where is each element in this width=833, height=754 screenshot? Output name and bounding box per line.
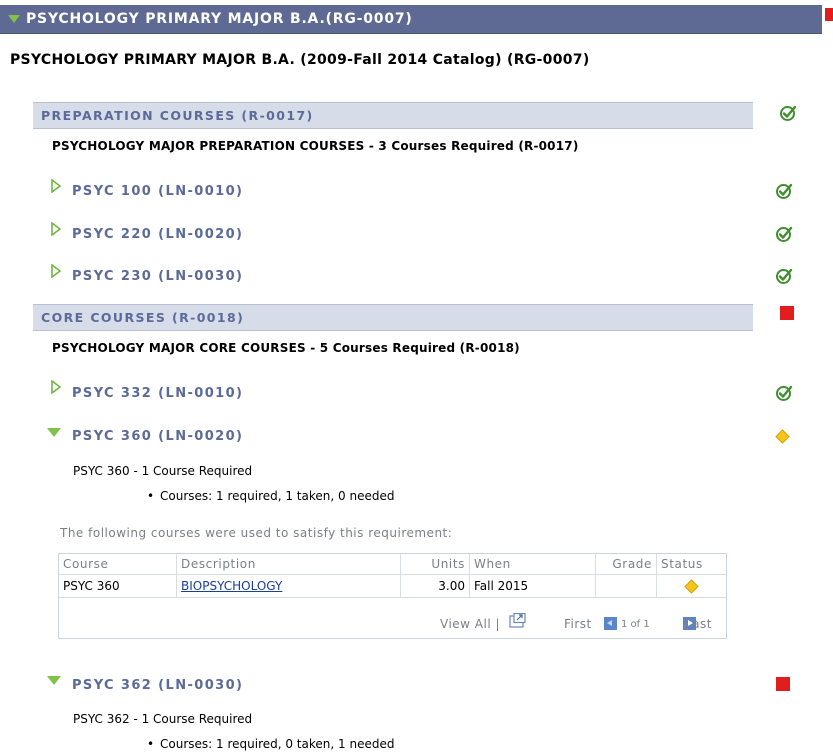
page-title: PSYCHOLOGY PRIMARY MAJOR B.A. (2009-Fall… (10, 52, 590, 68)
check-icon (779, 104, 797, 122)
red-square-icon (780, 306, 794, 320)
cell-when: Fall 2015 (469, 574, 596, 598)
course-description-link[interactable]: BIOPSYCHOLOGY (181, 579, 282, 593)
courses-bullet-dot: • (147, 737, 155, 751)
red-square-icon (825, 8, 833, 21)
course-line-psyc-362[interactable]: PSYC 362 (LN-0030) (72, 678, 243, 693)
requirement-description: PSYCHOLOGY MAJOR CORE COURSES - 5 Course… (52, 341, 520, 355)
last-page-label[interactable]: Last (685, 617, 712, 631)
section-header-core[interactable]: CORE COURSES (R-0018) (33, 304, 753, 331)
col-header-grade: Grade (595, 554, 657, 575)
cell-grade (595, 574, 657, 598)
previous-page-icon[interactable] (604, 617, 617, 630)
collapse-triangle-icon[interactable] (8, 15, 20, 23)
line-requirement-text: PSYC 360 - 1 Course Required (73, 464, 253, 478)
cell-description: BIOPSYCHOLOGY (176, 574, 401, 598)
requirement-group-header[interactable]: PSYCHOLOGY PRIMARY MAJOR B.A.(RG-0007) (0, 5, 822, 34)
first-page-label[interactable]: First (564, 617, 592, 631)
check-icon (775, 182, 793, 200)
courses-used-text: The following courses were used to satis… (60, 526, 453, 540)
course-line-psyc-230[interactable]: PSYC 230 (LN-0030) (72, 269, 243, 284)
section-header-preparation[interactable]: PREPARATION COURSES (R-0017) (33, 102, 753, 129)
col-header-status: Status (656, 554, 726, 575)
grid-navigation-bar: View All | First 1 of 1 Last (59, 610, 726, 638)
popup-window-icon[interactable] (509, 613, 526, 628)
courses-count-text: Courses: 1 required, 0 taken, 1 needed (160, 737, 395, 751)
requirement-group-title: PSYCHOLOGY PRIMARY MAJOR B.A.(RG-0007) (26, 11, 413, 27)
section-title: PREPARATION COURSES (R-0017) (41, 108, 314, 123)
expand-triangle-icon[interactable] (51, 222, 61, 236)
courses-used-grid: Course Description Units When Grade Stat… (58, 553, 727, 639)
expand-triangle-icon[interactable] (51, 179, 61, 193)
check-icon (775, 384, 793, 402)
cell-units: 3.00 (400, 574, 470, 598)
course-line-psyc-100[interactable]: PSYC 100 (LN-0010) (72, 184, 243, 199)
col-header-units: Units (400, 554, 470, 575)
check-icon (775, 267, 793, 285)
courses-count-text: Courses: 1 required, 1 taken, 0 needed (160, 489, 395, 503)
cell-course: PSYC 360 (59, 574, 177, 598)
line-requirement-text: PSYC 362 - 1 Course Required (73, 712, 253, 726)
yellow-diamond-icon (775, 429, 790, 444)
page-count-text: 1 of 1 (621, 619, 650, 630)
col-header-when: When (469, 554, 596, 575)
course-line-psyc-220[interactable]: PSYC 220 (LN-0020) (72, 227, 243, 242)
requirement-description: PSYCHOLOGY MAJOR PREPARATION COURSES - 3… (52, 139, 579, 153)
cell-status (656, 574, 726, 598)
view-all-link[interactable]: View All | (440, 617, 500, 631)
red-square-icon (776, 677, 790, 691)
collapse-triangle-icon[interactable] (47, 428, 61, 437)
expand-triangle-icon[interactable] (51, 380, 61, 394)
col-header-course: Course (59, 554, 177, 575)
check-icon (775, 225, 793, 243)
table-row: PSYC 360 BIOPSYCHOLOGY 3.00 Fall 2015 (59, 574, 726, 598)
section-title: CORE COURSES (R-0018) (41, 310, 245, 325)
collapse-triangle-icon[interactable] (47, 676, 61, 685)
col-header-description: Description (176, 554, 401, 575)
course-line-psyc-332[interactable]: PSYC 332 (LN-0010) (72, 386, 243, 401)
yellow-diamond-icon (684, 579, 699, 594)
course-line-psyc-360[interactable]: PSYC 360 (LN-0020) (72, 429, 243, 444)
expand-triangle-icon[interactable] (51, 264, 61, 278)
courses-bullet-dot: • (147, 489, 155, 503)
